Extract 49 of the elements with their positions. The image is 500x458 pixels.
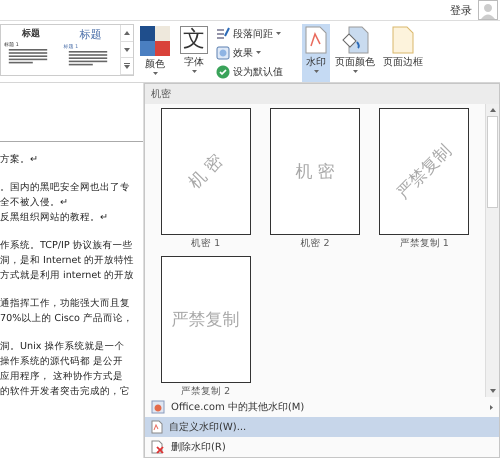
document-text: 全不被入侵。↵ xyxy=(0,196,70,210)
document-text: 反黑组织网站的教程。↵ xyxy=(0,211,110,225)
watermark-label: 机密 1 xyxy=(191,237,220,250)
page-border-icon xyxy=(392,26,414,54)
menu-item[interactable]: 自定义水印(W)... xyxy=(145,417,499,437)
ribbon-button[interactable]: 页面颜色 xyxy=(332,24,378,82)
paint-bucket-icon xyxy=(341,26,369,54)
menu-item[interactable]: 删除水印(R) xyxy=(145,437,499,457)
section-header: 机密 xyxy=(145,84,499,104)
ribbon-button[interactable]: 页面边框 xyxy=(380,24,426,82)
document-text: 70%以上的 Cisco 产品而论， xyxy=(0,312,134,326)
document-icon xyxy=(305,26,327,54)
login-link[interactable]: 登录 xyxy=(450,2,472,18)
scroll-down-icon[interactable] xyxy=(124,48,130,52)
color-swatch-icon xyxy=(140,26,170,56)
ribbon-button[interactable]: 水印 xyxy=(302,24,330,82)
watermark-label: 严禁复制 1 xyxy=(400,237,449,250)
check-icon xyxy=(216,65,230,80)
paragraph-spacing-icon xyxy=(216,26,230,41)
style-title: 标题 xyxy=(22,28,40,40)
document-text: 操作系统的源代码都 是公开 xyxy=(0,355,124,369)
scroll-up-icon[interactable] xyxy=(124,30,130,35)
ribbon-button[interactable]: 颜色 xyxy=(136,24,174,82)
document-text: 洞，是和 Internet 的开放特性 xyxy=(0,254,136,268)
menu-item[interactable]: Office.com 中的其他水印(M) xyxy=(145,397,499,417)
document-text: 方式就是利用 internet 的开放 xyxy=(0,269,136,283)
document-text: 应用程序， 这种协作方式是 xyxy=(0,370,124,384)
watermark-label: 严禁复制 2 xyxy=(181,385,230,398)
ribbon-button[interactable]: 段落间距 xyxy=(214,26,300,41)
document-text: 作系统。TCP/IP 协议族有一些 xyxy=(0,239,134,253)
scroll-thumb[interactable] xyxy=(487,116,498,208)
document-text: 方案。↵ xyxy=(0,153,40,167)
document-text: 洞。Unix 操作系统就是一个 xyxy=(0,340,126,354)
effects-icon xyxy=(216,46,230,60)
document-text: 通指挥工作，功能强大而且复 xyxy=(0,297,131,311)
document-text: 的软件开发者突击完成的，它 xyxy=(0,385,131,399)
style-title: 标题 xyxy=(79,27,102,42)
scroll-down-icon[interactable] xyxy=(490,389,496,393)
ribbon-button[interactable]: 效果 xyxy=(214,46,300,60)
globe-document-icon xyxy=(151,400,165,414)
ribbon-button[interactable]: 设为默认值 xyxy=(214,65,300,80)
watermark-label: 机密 2 xyxy=(300,237,330,250)
document-icon xyxy=(151,420,163,434)
document-text: 。国内的黑吧安全网也出了专 xyxy=(0,181,131,195)
delete-document-icon xyxy=(151,440,165,454)
scroll-up-icon[interactable] xyxy=(490,108,496,112)
scrollbar[interactable] xyxy=(485,104,499,397)
ribbon-button[interactable]: 文 字体 xyxy=(176,24,212,82)
more-icon[interactable] xyxy=(124,63,130,70)
